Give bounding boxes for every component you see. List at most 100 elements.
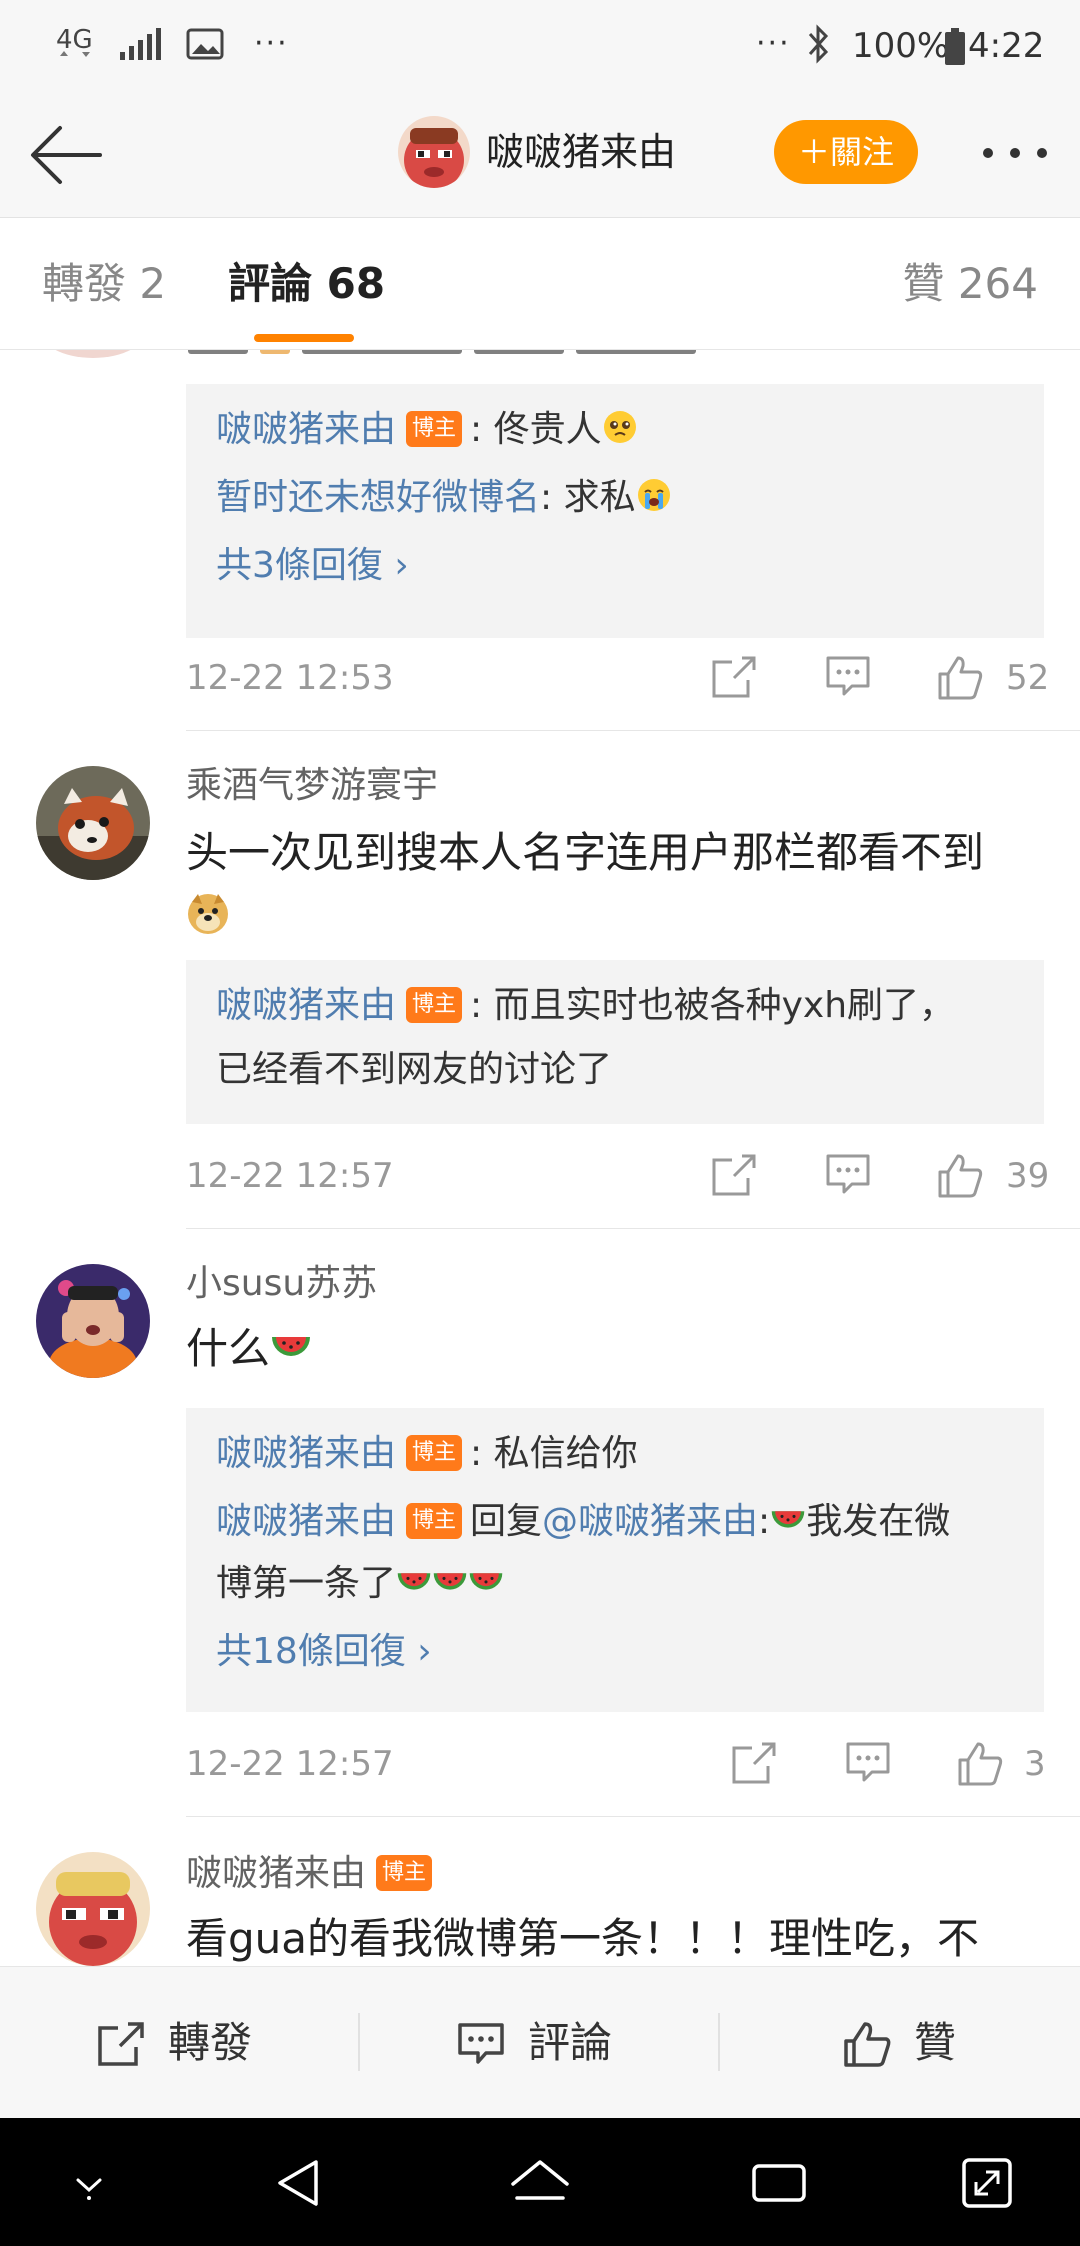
repost-icon[interactable]: [730, 1740, 778, 1786]
gallery-notification-icon: [186, 28, 224, 60]
reply-box[interactable]: 啵啵猪来由 博主: 而且实时也被各种yxh刷了， 已经看不到网友的讨论了: [186, 960, 1044, 1124]
reply-comment-icon[interactable]: [844, 1740, 892, 1786]
reply-username[interactable]: 暂时还未想好微博名: [216, 477, 540, 518]
reply-prefix: 回复: [470, 1501, 543, 1542]
header-username[interactable]: 啵啵猪来由: [486, 126, 676, 178]
reply-username[interactable]: 啵啵猪来由: [216, 1501, 396, 1542]
mention-link[interactable]: @啵啵猪来由: [542, 1501, 758, 1542]
comment-username-row: 啵啵猪来由 博主: [186, 1850, 440, 1898]
reply-username[interactable]: 啵啵猪来由: [216, 985, 396, 1026]
reply-box[interactable]: 啵啵猪来由 博主: 私信给你 啵啵猪来由 博主 回复@啵啵猪来由: 我发在微 博第一条了…: [186, 1408, 1044, 1712]
reply-text: : 求私: [540, 477, 636, 518]
battery-percent: 100%: [852, 26, 950, 66]
like-count: 3: [1024, 1744, 1046, 1784]
bottom-action-bar: 轉發 評論 贊: [0, 1966, 1080, 2118]
like-count: 52: [1006, 658, 1050, 698]
watermelon-emoji-icon: [433, 1573, 467, 1590]
comment-time: 12-22 12:57: [186, 1744, 394, 1784]
more-replies-link[interactable]: 共3條回復 ›: [216, 536, 409, 596]
active-tab-indicator: [254, 334, 354, 342]
watermelon-emoji-icon: [272, 1337, 311, 1356]
repost-icon[interactable]: [710, 654, 758, 700]
tab-repost[interactable]: 轉發 2: [42, 256, 166, 312]
reply-comment-icon[interactable]: [824, 654, 872, 700]
follow-button[interactable]: ＋關注: [774, 120, 918, 184]
comment-text: 头一次见到搜本人名字连用户那栏都看不到: [186, 828, 985, 877]
avatar[interactable]: [36, 766, 150, 880]
blogger-badge: 博主: [406, 1503, 463, 1539]
watermelon-emoji-icon: [397, 1573, 431, 1590]
reply-username[interactable]: 啵啵猪来由: [216, 409, 396, 450]
status-more-right: ···: [756, 26, 791, 61]
comment-username[interactable]: 啵啵猪来由: [186, 1853, 366, 1894]
like-label: 贊: [914, 2018, 957, 2067]
like-thumb-icon[interactable]: [956, 1740, 1004, 1786]
page-header: 啵啵猪来由 ＋關注: [0, 90, 1080, 218]
clock: 4:22: [968, 26, 1045, 66]
avatar[interactable]: [36, 1852, 150, 1966]
reply-username[interactable]: 啵啵猪来由: [216, 1433, 396, 1474]
comment-text: 什么: [186, 1324, 271, 1373]
repost-icon: [98, 2022, 144, 2066]
comment-list[interactable]: 啵啵猪来由 博主: 佟贵人 暂时还未想好微博名: 求私 共3條回復 › 12-22…: [0, 350, 1080, 1966]
like-thumb-icon[interactable]: [936, 1152, 984, 1198]
comment-divider: [186, 1228, 1080, 1229]
back-arrow-icon[interactable]: [28, 120, 104, 190]
reply-box[interactable]: 啵啵猪来由 博主: 佟贵人 暂时还未想好微博名: 求私 共3條回復 ›: [186, 384, 1044, 638]
bluetooth-icon: [808, 24, 829, 64]
reply-item: 啵啵猪来由 博主: 私信给你: [216, 1424, 638, 1484]
reply-item: 啵啵猪来由 博主: 而且实时也被各种yxh刷了，: [216, 976, 955, 1036]
comment-time: 12-22 12:57: [186, 1156, 394, 1196]
comment-text-cut-off: [188, 350, 788, 358]
repost-icon[interactable]: [710, 1152, 758, 1198]
reply-item: 啵啵猪来由 博主: 佟贵人: [216, 400, 638, 460]
reply-text: : 佟贵人: [470, 409, 602, 450]
system-nav-bar: [0, 2118, 1080, 2246]
status-more-left: ···: [254, 26, 289, 61]
status-bar: 4G ··· ··· 100% 4:22: [0, 0, 1080, 90]
reply-text: :: [758, 1501, 771, 1542]
more-options-icon[interactable]: [978, 130, 1052, 176]
tab-comment[interactable]: 評論 68: [228, 256, 385, 312]
like-thumb-icon: [844, 2022, 891, 2067]
more-replies-link[interactable]: 共18條回復 ›: [216, 1622, 432, 1682]
blogger-badge: 博主: [376, 1855, 433, 1891]
pleading-face-emoji-icon: [603, 411, 636, 443]
comment-username[interactable]: 小susu苏苏: [186, 1260, 377, 1308]
separator: [358, 2013, 360, 2071]
tab-like[interactable]: 贊 264: [902, 256, 1038, 312]
hide-keyboard-icon[interactable]: [54, 2148, 124, 2218]
like-count: 39: [1006, 1156, 1050, 1196]
comment-text: 看gua的看我微博第一条！！！理性吃，不: [186, 1914, 980, 1963]
blogger-badge: 博主: [406, 411, 463, 447]
recent-apps-icon[interactable]: [744, 2148, 814, 2218]
reply-text: 我发在微: [806, 1501, 951, 1542]
like-button[interactable]: 贊: [842, 2007, 1002, 2079]
watermelon-emoji-icon: [771, 1511, 805, 1528]
comment-divider: [186, 730, 1080, 731]
doge-emoji-icon: [188, 894, 228, 934]
repost-button[interactable]: 轉發: [96, 2007, 296, 2079]
comment-username[interactable]: 乘酒气梦游寰宇: [186, 762, 438, 810]
reply-item-continued: 已经看不到网友的讨论了: [216, 1049, 613, 1090]
comment-divider: [186, 1816, 1080, 1817]
comment-button[interactable]: 評論: [456, 2007, 656, 2079]
reply-item: 暂时还未想好微博名: 求私: [216, 468, 672, 528]
like-thumb-icon[interactable]: [936, 654, 984, 700]
expand-screen-icon[interactable]: [952, 2148, 1022, 2218]
avatar[interactable]: [38, 350, 148, 358]
header-avatar[interactable]: [398, 116, 470, 188]
chevron-right-icon: ›: [394, 545, 409, 586]
more-replies-label: 共3條回復: [216, 545, 383, 586]
avatar[interactable]: [36, 1264, 150, 1378]
reply-text: 博第一条了: [216, 1563, 397, 1604]
comment-icon: [458, 2023, 504, 2064]
blogger-badge: 博主: [406, 1435, 463, 1471]
back-triangle-icon[interactable]: [264, 2148, 334, 2218]
comment-label: 評論: [528, 2018, 613, 2067]
home-icon[interactable]: [505, 2148, 575, 2218]
comment-text-row: 什么: [186, 1320, 312, 1378]
svg-text:4G: 4G: [56, 25, 93, 55]
reply-text: : 私信给你: [470, 1433, 638, 1474]
reply-comment-icon[interactable]: [824, 1152, 872, 1198]
